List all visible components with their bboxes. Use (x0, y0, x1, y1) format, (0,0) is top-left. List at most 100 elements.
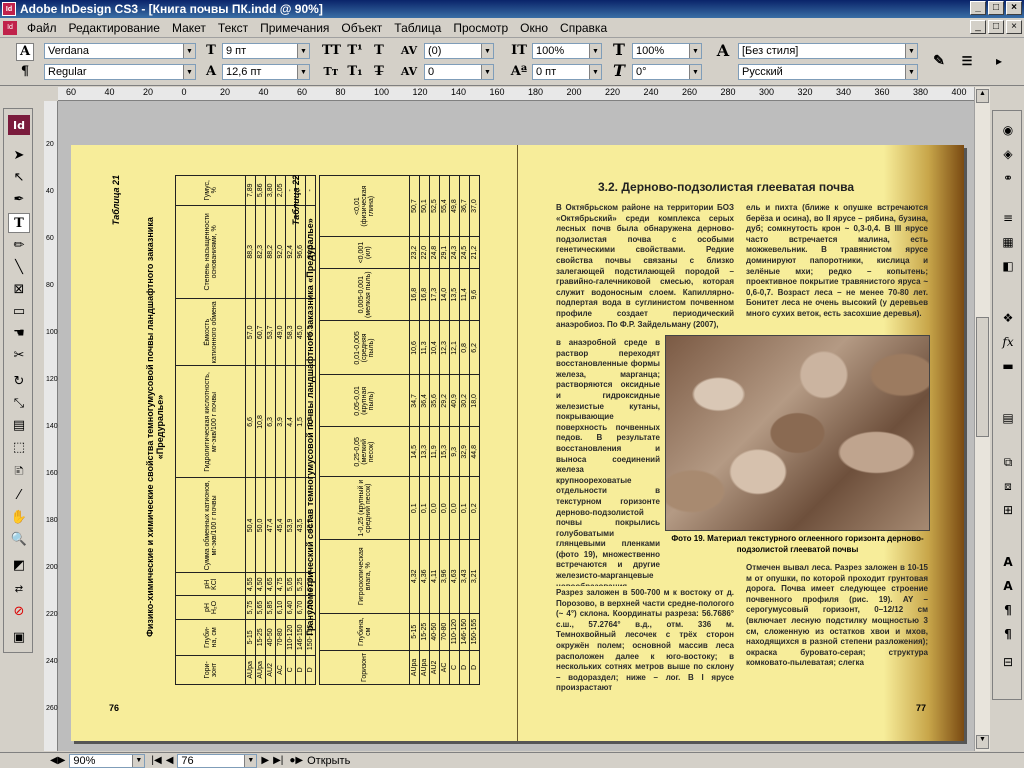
align-panel-icon[interactable]: ⧉ (996, 451, 1020, 473)
layers-panel-icon[interactable]: ◈ (996, 143, 1020, 165)
view-mode-icon[interactable]: ▣ (8, 627, 30, 647)
table-22[interactable]: Горизонт Глубина, см Гигроскопическая влаг… (319, 175, 480, 685)
font-style-select[interactable]: Regular ▼ (44, 64, 196, 80)
maximize-button[interactable]: □ (988, 1, 1004, 15)
close-button[interactable]: × (1006, 1, 1022, 15)
leading-input[interactable]: 12,6 пт ▼ (222, 64, 310, 80)
underline-icon[interactable]: T (370, 43, 388, 59)
last-page-icon[interactable]: ▶| (273, 755, 283, 766)
vertical-ruler[interactable]: 20 40 60 80 100 120 140 160 180 200 220 240 260 (44, 101, 58, 751)
scroll-down-icon[interactable]: ▼ (976, 735, 989, 749)
rectangle-frame-icon[interactable]: ⊠ (8, 279, 30, 299)
scroll-thumb[interactable] (976, 317, 989, 437)
prev-page-icon[interactable]: ◀ (166, 755, 174, 766)
type-tool-icon[interactable]: T (8, 213, 30, 233)
note-tool-icon[interactable]: 🗈 (8, 463, 30, 483)
language-select[interactable]: Русский ▼ (738, 64, 918, 80)
vertical-scale-input[interactable]: 100% ▼ (532, 43, 602, 59)
menu-layout[interactable]: Макет (166, 21, 212, 35)
pages-panel-icon[interactable]: ◉ (996, 119, 1020, 141)
options-arrow-icon[interactable]: ▸ (990, 53, 1008, 69)
column1-narrow-text[interactable]: в анаэробной среде в раствор переходят в… (556, 338, 660, 586)
text-wrap-panel-icon[interactable]: ▤ (996, 407, 1020, 429)
column1-top-text[interactable]: В Октябрьском районе на территории БОЗ «… (556, 203, 734, 336)
scroll-up-icon[interactable]: ▲ (976, 89, 989, 103)
selection-tool-icon[interactable]: ➤ (8, 145, 30, 165)
paragraph-mode-icon[interactable]: ¶ (16, 64, 34, 80)
swatches-panel-icon[interactable]: ▦ (996, 231, 1020, 253)
pen-tool-icon[interactable]: ✒ (8, 189, 30, 209)
pencil-tool-icon[interactable]: ✏ (8, 235, 30, 255)
free-transform-icon[interactable]: ⬚ (8, 437, 30, 457)
skew-input[interactable]: 0° ▼ (632, 64, 702, 80)
font-size-input[interactable]: 9 пт ▼ (222, 43, 310, 59)
menu-table[interactable]: Таблица (388, 21, 447, 35)
menu-notes[interactable]: Примечания (254, 21, 335, 35)
panel-menu-icon[interactable]: ☰ (958, 53, 976, 69)
all-caps-icon[interactable]: TT (322, 43, 341, 59)
soil-photo[interactable] (665, 335, 930, 531)
rotate-tool-icon[interactable]: ↻ (8, 371, 30, 391)
fx-panel-icon[interactable]: fx (996, 331, 1020, 353)
character-styles-icon[interactable]: A (996, 575, 1020, 597)
vertical-scrollbar[interactable]: ▲ ▼ (974, 87, 990, 751)
page-number-select[interactable]: 76 ▼ (177, 753, 258, 768)
pathfinder-panel-icon[interactable]: ⧈ (996, 475, 1020, 497)
doc-close-button[interactable]: × (1006, 20, 1022, 34)
strikethrough-icon[interactable]: T̶ (370, 64, 388, 80)
stroke-panel-icon[interactable]: ≡ (996, 207, 1020, 229)
character-panel-icon[interactable]: A (996, 551, 1020, 573)
next-page-icon[interactable]: ▶ (261, 755, 269, 766)
first-page-icon[interactable]: |◀ (151, 755, 161, 766)
menu-window[interactable]: Окно (514, 21, 554, 35)
horizontal-ruler[interactable]: 60 40 20 0 20 40 60 80 100 120 140 160 180 200 220 240 2… (58, 87, 974, 101)
hand-tool-icon[interactable]: ✋ (8, 507, 30, 527)
subscript-icon[interactable]: T₁ (346, 64, 364, 80)
open-status-icon[interactable]: ●▶ (289, 755, 303, 766)
prev-spread-icon[interactable]: ◀▶ (50, 755, 65, 766)
color-panel-icon[interactable]: ◧ (996, 255, 1020, 277)
button-tool-icon[interactable]: ☚ (8, 323, 30, 343)
right-page[interactable]: 3.2. Дерново-подзолистая глееватая почва… (518, 145, 964, 741)
menu-edit[interactable]: Редактирование (63, 21, 166, 35)
font-family-select[interactable]: Verdana ▼ (44, 43, 196, 59)
tracking-input[interactable]: 0 ▼ (424, 64, 494, 80)
menu-file[interactable]: Файл (21, 21, 63, 35)
menu-view[interactable]: Просмотр (447, 21, 514, 35)
transform-panel-icon[interactable]: ⊞ (996, 499, 1020, 521)
doc-minimize-button[interactable]: _ (970, 20, 986, 34)
column2-bottom-text[interactable]: Отмечен вывал леса. Разрез заложен в 10-… (746, 563, 928, 696)
minimize-button[interactable]: _ (970, 1, 986, 15)
paragraph-styles-icon[interactable]: ¶ (996, 623, 1020, 645)
scissors-icon[interactable]: ✂ (8, 345, 30, 365)
gradient-tool-icon[interactable]: ▤ (8, 415, 30, 435)
column2-top-text[interactable]: ель и пихта (ближе к опушке встречаются … (746, 203, 928, 333)
left-page[interactable]: Таблица 21 Физико-химические и химически… (71, 145, 518, 741)
zoom-tool-icon[interactable]: 🔍 (8, 529, 30, 549)
kerning-input[interactable]: (0) ▼ (424, 43, 494, 59)
document-icon[interactable]: Id (3, 20, 17, 35)
horizontal-scale-input[interactable]: 100% ▼ (632, 43, 702, 59)
direct-selection-icon[interactable]: ↖ (8, 167, 30, 187)
column1-bottom-text[interactable]: Разрез заложен в 500-700 м к востоку от … (556, 588, 734, 696)
links-panel-icon[interactable]: ⚭ (996, 167, 1020, 189)
table-panel-icon[interactable]: ⊟ (996, 651, 1020, 673)
character-mode-icon[interactable]: A (16, 43, 34, 61)
zoom-select[interactable]: 90% ▼ (69, 753, 146, 768)
superscript-icon[interactable]: T¹ (346, 43, 364, 59)
eyedropper-icon[interactable]: ⁄ (8, 485, 30, 505)
pen-icon[interactable]: ✎ (930, 53, 948, 69)
menu-help[interactable]: Справка (554, 21, 613, 35)
paragraph-panel-icon[interactable]: ¶ (996, 599, 1020, 621)
rectangle-tool-icon[interactable]: ▭ (8, 301, 30, 321)
doc-restore-button[interactable]: □ (988, 20, 1004, 34)
baseline-shift-input[interactable]: 0 пт ▼ (532, 64, 602, 80)
swap-colors-icon[interactable]: ⇄ (8, 579, 30, 599)
effects-panel-icon[interactable]: ❖ (996, 307, 1020, 329)
small-caps-icon[interactable]: Tт (322, 64, 340, 80)
line-tool-icon[interactable]: ╲ (8, 257, 30, 277)
fill-stroke-icon[interactable]: ◩ (8, 555, 30, 575)
menu-type[interactable]: Текст (212, 21, 254, 35)
character-style-select[interactable]: [Без стиля] ▼ (738, 43, 918, 59)
scale-tool-icon[interactable]: ⤡ (8, 393, 30, 413)
